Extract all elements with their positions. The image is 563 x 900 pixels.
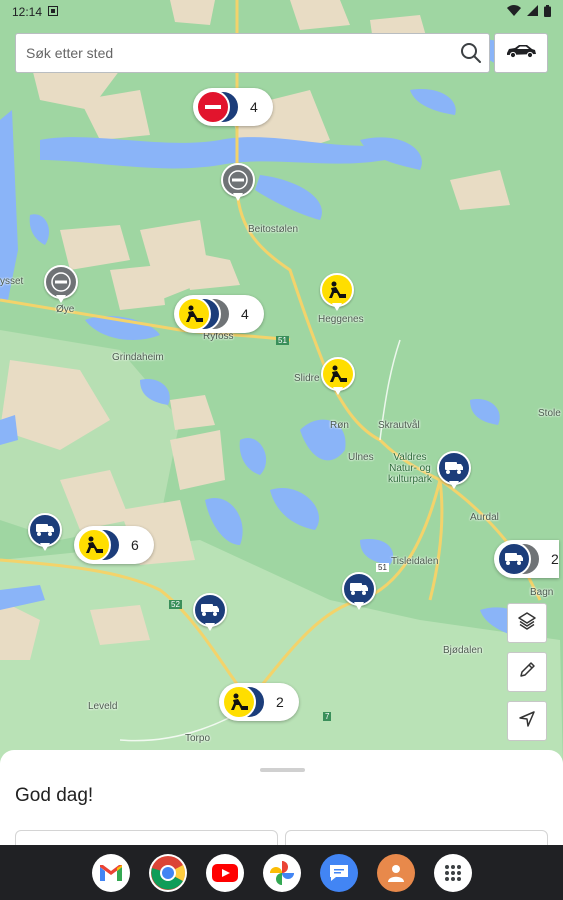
car-icon bbox=[505, 43, 537, 64]
no-entry-icon bbox=[221, 163, 255, 197]
marker-roadwork[interactable] bbox=[320, 273, 354, 313]
cluster-count: 6 bbox=[131, 537, 139, 553]
bottom-sheet[interactable]: God dag! bbox=[0, 750, 563, 860]
place-label: Øye bbox=[56, 304, 75, 315]
no-entry-icon bbox=[44, 265, 78, 299]
sheet-drag-handle[interactable] bbox=[260, 768, 305, 772]
place-label: Leveld bbox=[88, 701, 118, 712]
place-label: Stole bbox=[538, 408, 561, 419]
marker-queue[interactable] bbox=[342, 572, 376, 612]
map-view[interactable]: Beitostølen Ryfoss Heggenes Slidre Grind… bbox=[0, 0, 563, 770]
search-bar bbox=[15, 33, 490, 73]
roadwork-icon bbox=[77, 528, 111, 562]
taskbar bbox=[0, 845, 563, 900]
signal-icon bbox=[527, 5, 538, 19]
place-label: Beitostølen bbox=[248, 224, 299, 235]
roadwork-icon bbox=[321, 357, 355, 391]
wifi-icon bbox=[507, 5, 521, 19]
road-number: 7 bbox=[323, 712, 332, 721]
layers-button[interactable] bbox=[507, 603, 547, 643]
road-number: 51 bbox=[276, 336, 289, 345]
notification-icon bbox=[48, 5, 59, 19]
marker-roadwork[interactable] bbox=[321, 357, 355, 397]
marker-queue[interactable] bbox=[193, 593, 227, 633]
marker-queue[interactable] bbox=[437, 451, 471, 491]
place-label: Røn bbox=[330, 420, 349, 431]
road-number: 51 bbox=[376, 563, 389, 572]
gmail-icon[interactable] bbox=[91, 853, 130, 892]
photos-icon[interactable] bbox=[262, 853, 301, 892]
marker-queue[interactable] bbox=[28, 513, 62, 553]
my-location-button[interactable] bbox=[507, 701, 547, 741]
traffic-queue-icon bbox=[28, 513, 62, 547]
place-label: Bjødalen bbox=[443, 645, 483, 656]
greeting-text: God dag! bbox=[15, 785, 94, 806]
place-label: Slidre bbox=[294, 373, 320, 384]
app-drawer-icon[interactable] bbox=[433, 853, 472, 892]
marker-cluster[interactable]: 2 bbox=[494, 540, 559, 578]
place-label: Bagn bbox=[530, 587, 554, 598]
chrome-icon[interactable] bbox=[148, 853, 187, 892]
road-number: 52 bbox=[169, 600, 182, 609]
place-label: Aurdal bbox=[470, 512, 499, 523]
traffic-queue-icon bbox=[193, 593, 227, 627]
place-label: Grindaheim bbox=[112, 352, 164, 363]
roadwork-icon bbox=[320, 273, 354, 307]
place-label: ysset bbox=[0, 276, 24, 287]
place-label: Valdres Natur- og kulturpark bbox=[388, 452, 432, 485]
place-label: Ulnes bbox=[348, 452, 374, 463]
pencil-icon bbox=[518, 661, 536, 684]
no-entry-icon bbox=[196, 90, 230, 124]
place-label: Skrautvål bbox=[378, 420, 420, 431]
place-label: Heggenes bbox=[318, 314, 364, 325]
cluster-count: 4 bbox=[250, 99, 258, 115]
cluster-count: 2 bbox=[276, 694, 284, 710]
traffic-queue-icon bbox=[342, 572, 376, 606]
navigation-icon bbox=[519, 710, 535, 732]
cluster-count: 2 bbox=[551, 551, 559, 567]
marker-cluster[interactable]: 4 bbox=[193, 88, 273, 126]
status-time: 12:14 bbox=[12, 5, 43, 19]
marker-information[interactable] bbox=[44, 265, 78, 305]
search-icon[interactable] bbox=[453, 35, 489, 71]
roadwork-icon bbox=[222, 685, 256, 719]
battery-icon bbox=[544, 4, 551, 20]
search-input[interactable] bbox=[26, 45, 453, 61]
place-label: Torpo bbox=[185, 733, 211, 744]
cluster-count: 4 bbox=[241, 306, 249, 322]
edit-button[interactable] bbox=[507, 652, 547, 692]
vehicle-button[interactable] bbox=[494, 33, 548, 73]
marker-cluster[interactable]: 4 bbox=[174, 295, 264, 333]
marker-information[interactable] bbox=[221, 163, 255, 203]
layers-icon bbox=[517, 611, 537, 636]
youtube-icon[interactable] bbox=[205, 853, 244, 892]
messages-icon[interactable] bbox=[319, 853, 358, 892]
status-bar: 12:14 bbox=[0, 0, 563, 24]
app-icon[interactable] bbox=[376, 853, 415, 892]
traffic-queue-icon bbox=[497, 542, 531, 576]
roadwork-icon bbox=[177, 297, 211, 331]
marker-cluster[interactable]: 6 bbox=[74, 526, 154, 564]
marker-cluster[interactable]: 2 bbox=[219, 683, 299, 721]
traffic-queue-icon bbox=[437, 451, 471, 485]
place-label: Tisleidalen bbox=[391, 556, 439, 567]
